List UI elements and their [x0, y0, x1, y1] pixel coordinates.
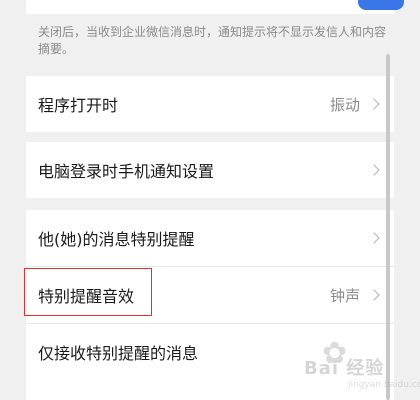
notification-preview-toggle[interactable] — [358, 0, 404, 10]
watermark: ✿ Bai 经验 jingyan.baidu.com — [304, 336, 420, 396]
group-pc-login: 电脑登录时手机通知设置 — [26, 142, 394, 198]
group-app-open: 程序打开时 振动 — [26, 76, 394, 132]
chevron-right-icon — [368, 98, 380, 110]
row-pc-login-notification[interactable]: 电脑登录时手机通知设置 — [26, 142, 394, 198]
row-label: 仅接收特别提醒的消息 — [38, 344, 199, 363]
chevron-right-icon — [368, 289, 380, 301]
watermark-text: Bai 经验 — [304, 358, 385, 379]
row-app-open[interactable]: 程序打开时 振动 — [26, 76, 394, 132]
chevron-right-icon — [368, 164, 380, 176]
watermark-subtext: jingyan.baidu.com — [348, 380, 420, 390]
notification-preview-note: 关闭后，当收到企业微信消息时，通知提示将不显示发信人和内容摘要。 — [38, 25, 387, 56]
row-value: 振动 — [329, 95, 360, 114]
row-label: 程序打开时 — [38, 96, 119, 115]
annotation-highlight-box — [24, 268, 152, 316]
chevron-right-icon — [368, 232, 380, 244]
row-value: 钟声 — [329, 286, 360, 305]
row-label: 他(她)的消息特别提醒 — [38, 230, 195, 249]
row-label: 电脑登录时手机通知设置 — [38, 162, 215, 181]
row-special-reminder-contacts[interactable]: 他(她)的消息特别提醒 — [26, 210, 394, 266]
previous-setting-card — [26, 0, 404, 14]
